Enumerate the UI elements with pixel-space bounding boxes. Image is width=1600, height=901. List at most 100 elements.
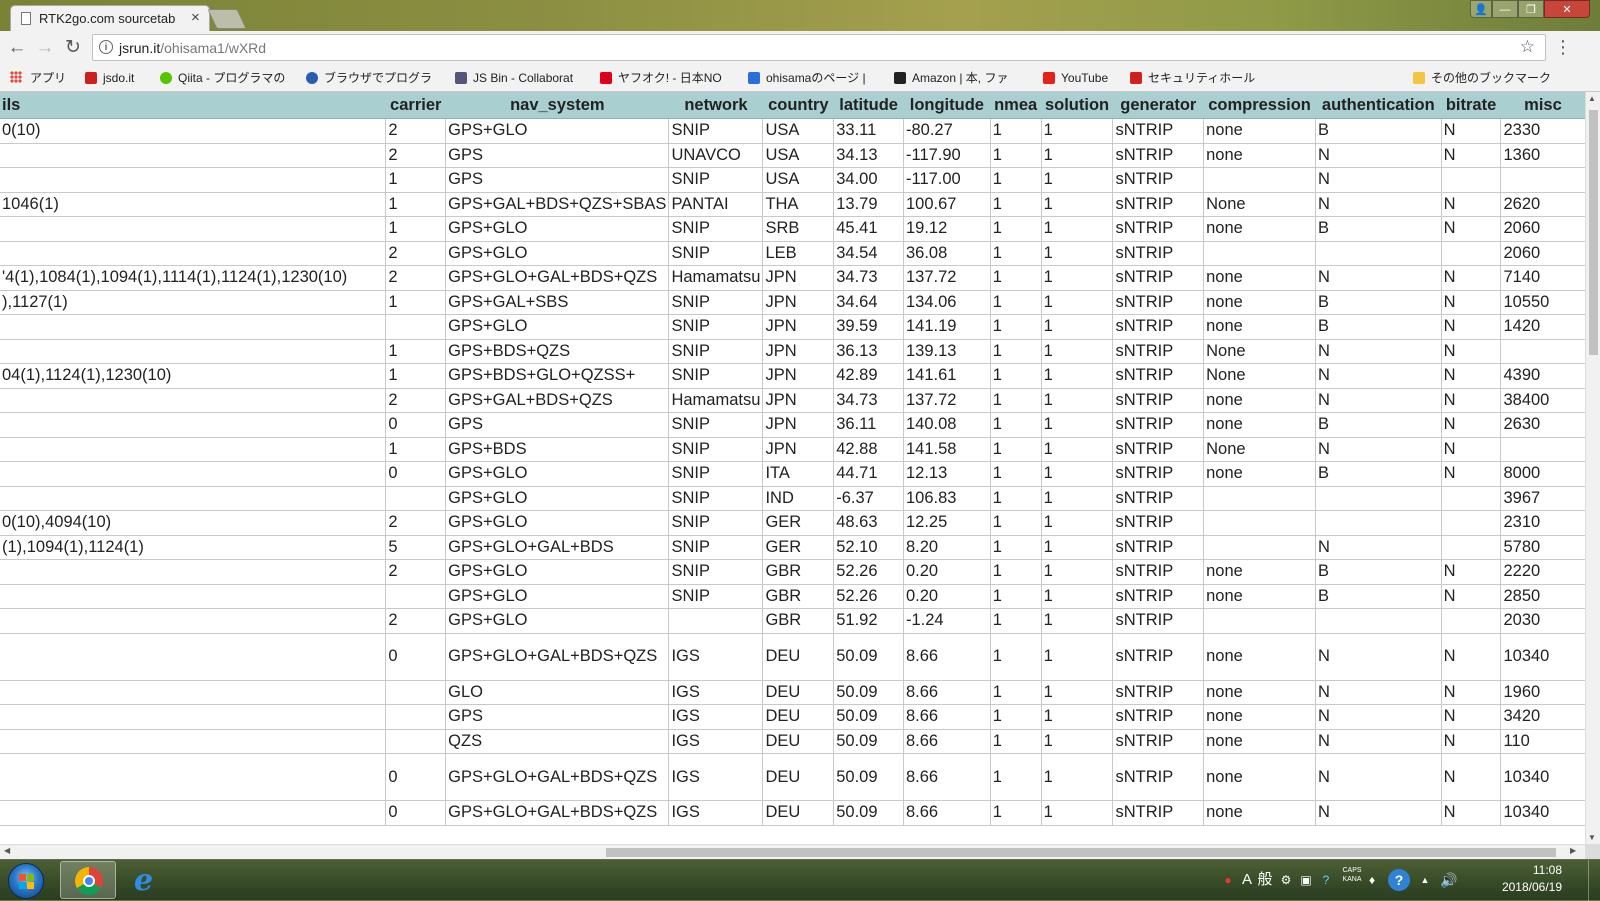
back-arrow-icon[interactable]: ← (5, 36, 29, 60)
table-cell: -80.27 (903, 118, 991, 144)
bookmark-item[interactable]: セキュリティホール (1130, 69, 1255, 87)
table-cell: none (1203, 461, 1316, 487)
tab-close-icon[interactable]: × (191, 9, 200, 26)
bookmark-item[interactable]: その他のブックマーク (1413, 69, 1551, 87)
bookmark-item[interactable]: ohisamaのページ | (748, 69, 866, 87)
table-cell: 1 (1040, 486, 1113, 511)
bookmark-item[interactable]: Qiita - プログラマの (160, 69, 285, 87)
ime-pad-icon[interactable]: ▣ (1298, 871, 1314, 889)
table-cell (385, 680, 446, 705)
ime-options-icon[interactable]: ♦ (1366, 871, 1378, 889)
table-cell: 1046(1) (0, 192, 386, 217)
maximize-button[interactable]: ❐ (1518, 0, 1544, 18)
url-text[interactable]: jsrun.it/ohisama1/wXRd (119, 40, 266, 56)
menu-dots-icon[interactable]: ⋮ (1553, 36, 1573, 58)
new-tab-button[interactable] (207, 9, 247, 29)
browser-tab[interactable]: RTK2go.com sourcetab × (10, 5, 210, 31)
volume-icon[interactable]: 🔊 (1440, 871, 1458, 889)
table-cell: 34.00 (833, 167, 904, 193)
show-desktop-button[interactable] (1588, 860, 1600, 901)
address-bar[interactable]: i jsrun.it/ohisama1/wXRd ☆ (92, 34, 1546, 61)
scroll-left-arrow-icon[interactable]: ◀ (4, 846, 10, 855)
table-cell (1440, 608, 1501, 634)
table-cell: GBR (762, 608, 834, 634)
minimize-button[interactable]: — (1492, 0, 1518, 18)
notification-icon[interactable]: ● (1222, 871, 1234, 889)
table-cell: 1 (989, 290, 1042, 315)
table-cell: sNTRIP (1112, 363, 1204, 389)
table-row: GPS+GLO SNIP GBR 52.26 0.20 1 1 sNTRIP none B N 285… (0, 584, 1585, 609)
table-cell: 1 (989, 510, 1042, 536)
column-header: longitude (903, 92, 991, 119)
table-cell: 5780 (1500, 535, 1585, 560)
table-cell: 0(10) (0, 118, 386, 144)
bookmark-item[interactable]: YouTube (1043, 69, 1108, 87)
reload-icon[interactable]: ↻ (61, 36, 85, 60)
table-cell: N (1314, 167, 1442, 193)
table-cell: SNIP (668, 437, 763, 462)
table-cell: 1 (385, 216, 446, 242)
scroll-up-arrow-icon[interactable]: ▲ (1588, 94, 1596, 103)
table-cell: 10340 (1500, 800, 1585, 826)
table-cell: LEB (762, 241, 834, 266)
table-cell: 8.66 (903, 704, 991, 730)
table-cell: B (1314, 216, 1442, 242)
table-row: 1 GPS+GLO SNIP SRB 45.41 19.12 1 1 sNTRIP none B N 2… (0, 216, 1585, 242)
forward-arrow-icon[interactable]: → (33, 36, 57, 60)
table-cell: None (1203, 363, 1316, 389)
system-clock[interactable]: 11:08 2018/06/19 (1462, 862, 1562, 896)
caps-kana-indicator: CAPS KANA (1340, 866, 1364, 884)
ime-toolbar-icon[interactable]: ⚙ (1278, 871, 1294, 889)
ime-kanji-icon[interactable]: 般 (1256, 871, 1274, 889)
chrome-icon (75, 867, 103, 895)
apps-grid-icon (10, 71, 22, 83)
start-button[interactable] (8, 863, 44, 899)
table-cell: '4(1),1084(1),1094(1),1114(1),1124(1),12… (0, 265, 386, 291)
horizontal-scroll-thumb[interactable] (606, 848, 1556, 857)
table-cell: 1 (989, 800, 1042, 826)
horizontal-scrollbar[interactable]: ◀ ▶ (0, 844, 1585, 859)
bookmark-item[interactable]: ブラウザでプログラ (306, 69, 432, 87)
table-cell (0, 388, 386, 413)
bookmark-item[interactable]: JS Bin - Collaborat (455, 69, 573, 87)
table-row: 0 GPS+GLO+GAL+BDS+QZS IGS DEU 50.09 8.66 1 1 sNT… (0, 633, 1585, 681)
scroll-down-arrow-icon[interactable]: ▼ (1588, 833, 1596, 842)
vertical-scrollbar[interactable]: ▲ ▼ (1585, 92, 1600, 844)
table-cell (385, 584, 446, 609)
table-cell (385, 486, 446, 511)
table-cell: GPS+BDS+QZS (445, 339, 669, 364)
clock-time: 11:08 (1532, 863, 1562, 877)
user-profile-button[interactable]: 👤 (1470, 0, 1492, 18)
taskbar-chrome-button[interactable] (60, 861, 116, 899)
table-cell: 1 (1040, 290, 1113, 315)
table-cell: none (1203, 633, 1316, 681)
bookmark-label: その他のブックマーク (1431, 71, 1552, 85)
table-row: 0(10) 2 GPS+GLO SNIP USA 33.11 -80.27 1 1 sNTRIP n… (0, 118, 1585, 144)
info-icon[interactable]: i (99, 40, 113, 54)
help-icon[interactable]: ? (1388, 869, 1410, 891)
vertical-scroll-thumb[interactable] (1589, 110, 1598, 355)
table-cell: 2220 (1500, 559, 1585, 585)
table-cell: 7140 (1500, 265, 1585, 291)
circle-icon (306, 72, 318, 84)
bookmark-item[interactable]: jsdo.it (85, 69, 134, 87)
table-cell: sNTRIP (1112, 216, 1204, 242)
scroll-right-arrow-icon[interactable]: ▶ (1570, 846, 1576, 855)
ime-mode-icon[interactable]: A (1240, 871, 1254, 889)
table-cell: DEU (762, 680, 834, 705)
bookmark-item[interactable]: Amazon | 本, ファ (894, 69, 1008, 87)
taskbar-ie-button[interactable]: e (128, 863, 168, 899)
bookmark-star-icon[interactable]: ☆ (1520, 37, 1535, 57)
table-cell: SNIP (668, 339, 763, 364)
bookmark-item[interactable]: ヤフオク! - 日本NO (600, 69, 722, 87)
table-cell: N (1440, 559, 1501, 585)
tray-expand-icon[interactable]: ▲ (1418, 871, 1432, 889)
bookmark-item[interactable]: アプリ (10, 69, 66, 87)
table-cell: -1.24 (903, 608, 991, 634)
table-cell: GPS+BDS (445, 437, 669, 462)
table-cell: sNTRIP (1112, 486, 1204, 511)
ime-help-icon[interactable]: ? (1318, 871, 1334, 889)
table-cell: GPS+GLO (445, 314, 669, 340)
close-button[interactable]: ✕ (1544, 0, 1590, 18)
column-header: carrier (385, 92, 446, 119)
